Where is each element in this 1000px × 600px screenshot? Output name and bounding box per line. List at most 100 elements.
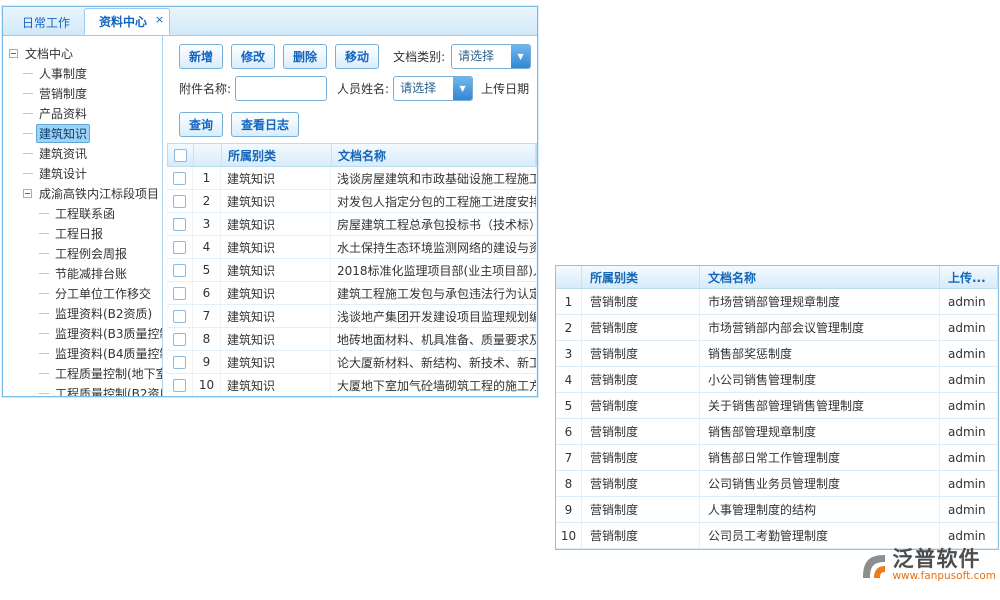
marketing-table-body: 1 营销制度 市场营销部管理规章制度 admin 2 营销制度 市场营销部内部会… — [556, 289, 998, 549]
tree-item[interactable]: 工程质量控制(地下室) — [3, 363, 162, 383]
chevron-down-icon[interactable]: ▼ — [453, 77, 472, 100]
move-button[interactable]: 移动 — [335, 44, 379, 69]
category-cell: 营销制度 — [582, 367, 700, 392]
row-checkbox[interactable] — [173, 172, 186, 185]
marketing-doc-row[interactable]: 9 营销制度 人事管理制度的结构 admin — [556, 497, 998, 523]
tree-item[interactable]: 建筑知识 — [3, 123, 162, 143]
doc-name-cell: 销售部奖惩制度 — [700, 341, 940, 366]
document-row[interactable]: 9 建筑知识 论大厦新材料、新结构、新技术、新工... — [167, 351, 537, 374]
close-icon[interactable]: × — [155, 6, 164, 33]
row-checkbox[interactable] — [173, 287, 186, 300]
category-cell: 建筑知识 — [221, 305, 331, 327]
view-log-button[interactable]: 查看日志 — [231, 112, 299, 137]
marketing-doc-row[interactable]: 2 营销制度 市场营销部内部会议管理制度 admin — [556, 315, 998, 341]
tree-connector — [23, 173, 33, 174]
collapse-icon[interactable] — [9, 49, 18, 58]
tab-data-center[interactable]: 资料中心 × — [84, 8, 170, 35]
row-checkbox[interactable] — [173, 241, 186, 254]
select-all-checkbox[interactable] — [174, 149, 187, 162]
doc-name-cell: 2018标准化监理项目部(业主项目部)人员... — [331, 259, 537, 281]
tab-data-center-label: 资料中心 — [99, 15, 147, 29]
uploader-cell: admin — [940, 471, 998, 496]
tree-item[interactable]: 监理资料(B4质量控制) — [3, 343, 162, 363]
tree-item[interactable]: 建筑设计 — [3, 163, 162, 183]
doc-name-cell: 大厦地下室加气砼墙砌筑工程的施工方... — [331, 374, 537, 396]
checkbox-cell — [167, 282, 193, 304]
delete-button[interactable]: 删除 — [283, 44, 327, 69]
tree-item[interactable]: 产品资料 — [3, 103, 162, 123]
tree-item[interactable]: 节能减排台账 — [3, 263, 162, 283]
logo-name: 泛普软件 — [892, 548, 996, 570]
tree-item[interactable]: 建筑资讯 — [3, 143, 162, 163]
row-checkbox[interactable] — [173, 218, 186, 231]
doc-category-select[interactable]: 请选择 ▼ — [451, 44, 531, 69]
tree-item[interactable]: 监理资料(B2资质) — [3, 303, 162, 323]
doc-name-header: 文档名称 — [332, 144, 536, 166]
doc-name-cell: 销售部日常工作管理制度 — [700, 445, 940, 470]
uploader-cell: admin — [940, 341, 998, 366]
query-button[interactable]: 查询 — [179, 112, 223, 137]
doc-name-cell: 水土保持生态环境监测网络的建设与资... — [331, 236, 537, 258]
tree-item[interactable]: 文档中心 — [3, 43, 162, 63]
document-row[interactable]: 2 建筑知识 对发包人指定分包的工程施工进度安排... — [167, 190, 537, 213]
collapse-icon[interactable] — [23, 189, 32, 198]
attachment-name-label: 附件名称: — [179, 80, 231, 97]
marketing-doc-row[interactable]: 3 营销制度 销售部奖惩制度 admin — [556, 341, 998, 367]
category-cell: 建筑知识 — [221, 328, 331, 350]
row-checkbox[interactable] — [173, 356, 186, 369]
tab-daily-work[interactable]: 日常工作 — [8, 12, 84, 35]
tree-item[interactable]: 工程联系函 — [3, 203, 162, 223]
tree-item[interactable]: 成渝高铁内江标段项目 — [3, 183, 162, 203]
marketing-doc-row[interactable]: 10 营销制度 公司员工考勤管理制度 admin — [556, 523, 998, 549]
document-row[interactable]: 4 建筑知识 水土保持生态环境监测网络的建设与资... — [167, 236, 537, 259]
fanpu-logo: 泛普软件 www.fanpusoft.com — [857, 548, 996, 583]
marketing-doc-row[interactable]: 8 营销制度 公司销售业务员管理制度 admin — [556, 471, 998, 497]
add-button[interactable]: 新增 — [179, 44, 223, 69]
document-row[interactable]: 8 建筑知识 地砖地面材料、机具准备、质量要求及... — [167, 328, 537, 351]
tree-item[interactable]: 工程例会周报 — [3, 243, 162, 263]
tree-connector — [39, 353, 49, 354]
row-number-header — [194, 144, 222, 166]
row-number-cell: 10 — [556, 523, 582, 548]
category-cell: 建筑知识 — [221, 213, 331, 235]
document-table: 所属别类 文档名称 1 建筑知识 浅谈房屋建筑和市政基础设施工程施工... 2 … — [167, 143, 537, 396]
tree-item[interactable]: 监理资料(B3质量控制) — [3, 323, 162, 343]
tree-item[interactable]: 营销制度 — [3, 83, 162, 103]
marketing-doc-row[interactable]: 5 营销制度 关于销售部管理销售管理制度 admin — [556, 393, 998, 419]
row-checkbox[interactable] — [173, 310, 186, 323]
document-row[interactable]: 1 建筑知识 浅谈房屋建筑和市政基础设施工程施工... — [167, 167, 537, 190]
tree-item[interactable]: 分工单位工作移交 — [3, 283, 162, 303]
attachment-name-input[interactable] — [235, 76, 327, 101]
category-cell: 营销制度 — [582, 497, 700, 522]
doc-category-label: 文档类别: — [393, 48, 445, 65]
tree-connector — [39, 213, 49, 214]
marketing-doc-row[interactable]: 4 营销制度 小公司销售管理制度 admin — [556, 367, 998, 393]
tree-item[interactable]: 人事制度 — [3, 63, 162, 83]
person-name-value: 请选择 — [394, 77, 453, 100]
tree-item-label: 文档中心 — [22, 44, 76, 63]
tree-item[interactable]: 工程质量控制(B2资质) — [3, 383, 162, 396]
edit-button[interactable]: 修改 — [231, 44, 275, 69]
row-checkbox[interactable] — [173, 195, 186, 208]
chevron-down-icon[interactable]: ▼ — [511, 45, 530, 68]
row-checkbox[interactable] — [173, 379, 186, 392]
document-row[interactable]: 5 建筑知识 2018标准化监理项目部(业主项目部)人员... — [167, 259, 537, 282]
row-number-cell: 4 — [193, 236, 221, 258]
tree-item-label: 节能减排台账 — [52, 264, 130, 283]
person-name-select[interactable]: 请选择 ▼ — [393, 76, 473, 101]
document-row[interactable]: 3 建筑知识 房屋建筑工程总承包投标书（技术标）... — [167, 213, 537, 236]
document-row[interactable]: 10 建筑知识 大厦地下室加气砼墙砌筑工程的施工方... — [167, 374, 537, 396]
document-row[interactable]: 7 建筑知识 浅谈地产集团开发建设项目监理规划编... — [167, 305, 537, 328]
upload-date-label: 上传日期 — [481, 80, 529, 97]
row-checkbox[interactable] — [173, 333, 186, 346]
tree-item-label: 监理资料(B3质量控制) — [52, 324, 162, 343]
marketing-doc-row[interactable]: 1 营销制度 市场营销部管理规章制度 admin — [556, 289, 998, 315]
row-checkbox[interactable] — [173, 264, 186, 277]
marketing-doc-row[interactable]: 7 营销制度 销售部日常工作管理制度 admin — [556, 445, 998, 471]
tree-item-label: 建筑知识 — [36, 124, 90, 143]
category-header: 所属别类 — [222, 144, 332, 166]
tree-item[interactable]: 工程日报 — [3, 223, 162, 243]
document-row[interactable]: 6 建筑知识 建筑工程施工发包与承包违法行为认定... — [167, 282, 537, 305]
uploader-cell: admin — [940, 315, 998, 340]
marketing-doc-row[interactable]: 6 营销制度 销售部管理规章制度 admin — [556, 419, 998, 445]
